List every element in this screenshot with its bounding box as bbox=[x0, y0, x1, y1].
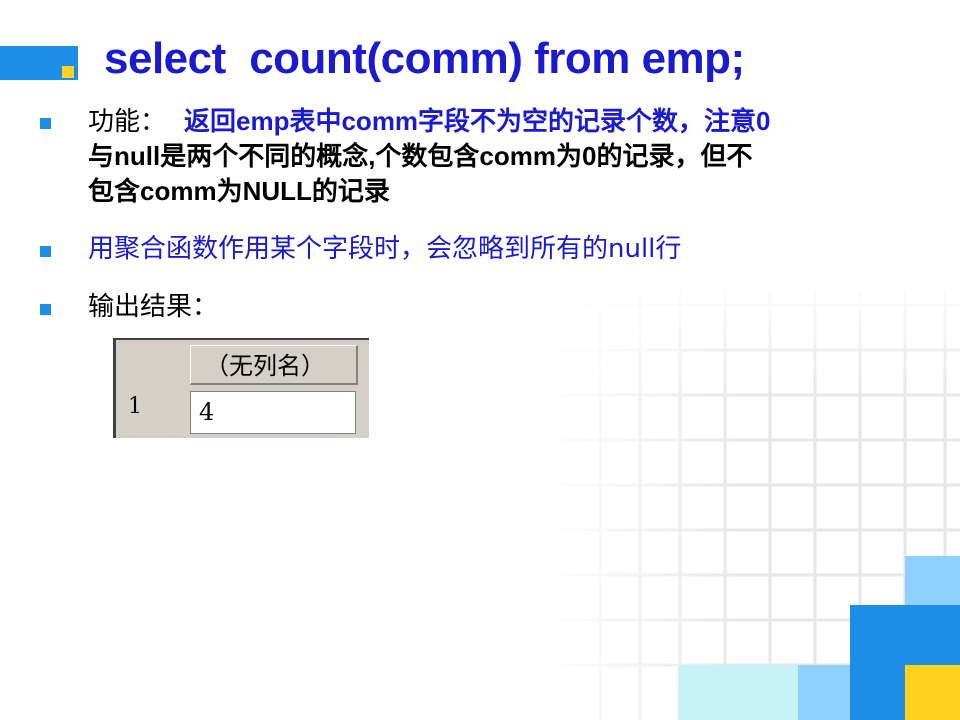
bullet-function-text: 功能： 返回emp表中comm字段不为空的记录个数，注意0 与null是两个不同的… bbox=[88, 104, 928, 209]
bullet-aggregate-text: 用聚合函数作用某个字段时，会忽略到所有的null行 bbox=[88, 234, 682, 264]
bullet-line-2: 与null是两个不同的概念,个数包含comm为0的记录，但不 bbox=[88, 141, 753, 171]
query-result-grid: （无列名） 1 4 bbox=[113, 338, 369, 438]
bullet-prefix: 功能： bbox=[88, 107, 167, 137]
result-row-number: 1 bbox=[128, 394, 142, 419]
bullet-marker bbox=[40, 118, 51, 129]
bullet-marker bbox=[40, 304, 51, 315]
bullet-output-label: 输出结果： bbox=[88, 292, 219, 322]
bullet-line-3: 包含comm为NULL的记录 bbox=[88, 176, 390, 206]
slide-title: select count(comm) from emp; bbox=[104, 34, 745, 83]
result-cell-value: 4 bbox=[190, 391, 356, 434]
header-accent-square bbox=[62, 66, 74, 78]
bullet-line-1: 返回emp表中comm字段不为空的记录个数，注意0 bbox=[184, 106, 771, 136]
result-column-header: （无列名） bbox=[190, 345, 358, 385]
bullet-marker bbox=[40, 246, 51, 257]
